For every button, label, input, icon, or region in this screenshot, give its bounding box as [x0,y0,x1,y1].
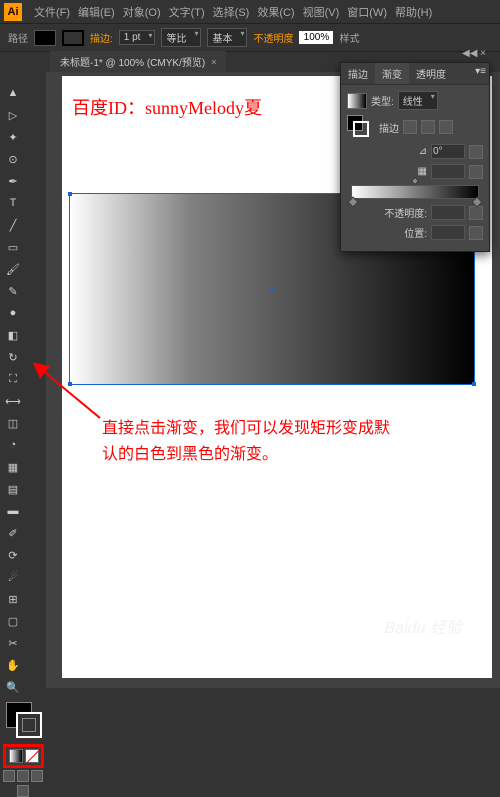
opacity-input[interactable]: 100% [299,31,333,44]
column-graph-tool[interactable]: ⊞ [3,589,23,609]
annotation-text: 直接点击渐变，我们可以发现矩形变成默 认的白色到黑色的渐变。 [102,416,390,467]
gradient-panel[interactable]: ◀◀ × 描边 渐变 透明度 ▾≡ 类型: 线性 描边 ⊿ ▦ [340,62,490,252]
symbol-sprayer-tool[interactable]: ☄ [3,567,23,587]
scale-tool[interactable]: ⛶ [3,369,23,389]
anchor-icon[interactable] [68,192,72,196]
mesh-tool[interactable]: ▤ [3,479,23,499]
basic-dropdown[interactable]: 基本 [207,28,247,47]
menu-edit[interactable]: 编辑(E) [74,4,119,20]
pen-tool[interactable]: ✒ [3,171,23,191]
panel-close-icon[interactable]: ◀◀ × [462,48,486,59]
menu-effect[interactable]: 效果(C) [253,4,298,20]
paintbrush-tool[interactable]: 🖌 [3,259,23,279]
menu-help[interactable]: 帮助(H) [391,4,436,20]
tab-gradient[interactable]: 渐变 [375,63,409,84]
slice-tool[interactable]: ✂ [3,633,23,653]
angle-dropdown-icon[interactable] [469,145,483,159]
menu-file[interactable]: 文件(F) [30,4,74,20]
location-label: 位置: [404,225,427,240]
artboard-tool[interactable]: ▢ [3,611,23,631]
anchor-icon[interactable] [472,382,476,386]
pencil-tool[interactable]: ✎ [3,281,23,301]
fill-stroke-indicator[interactable] [2,702,44,742]
uniform-dropdown[interactable]: 等比 [161,28,201,47]
stroke-swatch[interactable] [62,30,84,46]
tab-transparency[interactable]: 透明度 [409,63,453,84]
style-label: 样式 [339,30,359,45]
center-point-icon[interactable] [271,288,274,291]
stroke-width-dropdown[interactable]: 1 pt [119,30,156,45]
angle-label: ⊿ [419,146,427,157]
direct-selection-tool[interactable]: ▷ [3,105,23,125]
watermark-text: 百度ID：sunnyMelody夏 [72,94,262,120]
menu-type[interactable]: 文字(T) [165,4,209,20]
screen-mode[interactable] [17,785,29,797]
rectangle-tool[interactable]: ▭ [3,237,23,257]
path-label: 路径 [8,30,28,45]
panel-menu-icon[interactable]: ▾≡ [475,66,486,77]
none-icon [25,749,39,763]
gradient-slider[interactable] [351,185,479,199]
menu-object[interactable]: 对象(O) [119,4,165,20]
eraser-tool[interactable]: ◧ [3,325,23,345]
hand-tool[interactable]: ✋ [3,655,23,675]
type-tool[interactable]: T [3,193,23,213]
free-transform-tool[interactable]: ◫ [3,413,23,433]
draw-mode-inside[interactable] [31,770,43,782]
eyedropper-tool[interactable]: ✐ [3,523,23,543]
stroke-label: 描边: [90,30,113,45]
panel-fill-stroke-icon[interactable] [347,115,371,139]
stop-location-input [431,225,465,240]
shape-builder-tool[interactable]: ◔ [3,435,23,455]
zoom-tool[interactable]: 🔍 [3,677,23,697]
app-logo: Ai [4,3,22,21]
aspect-dropdown-icon[interactable] [469,165,483,179]
stop-opacity-input [431,205,465,220]
gradient-mode-button[interactable] [3,744,44,768]
document-tab-label: 未标题-1* @ 100% (CMYK/预览) [60,54,205,69]
menu-view[interactable]: 视图(V) [299,4,344,20]
tab-stroke[interactable]: 描边 [341,63,375,84]
blend-tool[interactable]: ⟳ [3,545,23,565]
opacity-label: 不透明度 [253,30,293,45]
stroke-label: 描边 [379,120,399,135]
close-icon[interactable]: × [211,57,216,67]
toolbox: ▲ ▷ ✦ ⊙ ✒ T ╱ ▭ 🖌 ✎ ● ◧ ↻ ⛶ ⟷ ◫ ◔ ▦ ▤ ▬ … [0,72,46,688]
angle-input[interactable] [431,144,465,159]
opacity-label: 不透明度: [384,205,427,220]
perspective-tool[interactable]: ▦ [3,457,23,477]
gradient-icon [9,749,23,763]
stroke-align-icon[interactable] [421,120,435,134]
gradient-type-dropdown[interactable]: 线性 [398,91,438,110]
location-dropdown-icon[interactable] [469,226,483,240]
rotate-tool[interactable]: ↻ [3,347,23,367]
control-bar: 路径 描边: 1 pt 等比 基本 不透明度 100% 样式 [0,24,500,52]
selection-tool[interactable]: ▲ [3,83,23,103]
title-bar: Ai 文件(F) 编辑(E) 对象(O) 文字(T) 选择(S) 效果(C) 视… [0,0,500,24]
width-tool[interactable]: ⟷ [3,391,23,411]
stroke-align-icon[interactable] [439,120,453,134]
document-tab[interactable]: 未标题-1* @ 100% (CMYK/预览) × [50,51,226,72]
draw-mode-behind[interactable] [17,770,29,782]
stroke-color-box[interactable] [16,712,42,738]
draw-mode-normal[interactable] [3,770,15,782]
lasso-tool[interactable]: ⊙ [3,149,23,169]
blob-brush-tool[interactable]: ● [3,303,23,323]
menu-select[interactable]: 选择(S) [209,4,254,20]
line-tool[interactable]: ╱ [3,215,23,235]
fill-swatch[interactable] [34,30,56,46]
menu-window[interactable]: 窗口(W) [343,4,391,20]
baidu-watermark: Baidu 经验 [385,614,462,638]
stroke-align-icon[interactable] [403,120,417,134]
gradient-preview-swatch[interactable] [347,93,367,109]
type-label: 类型: [371,93,394,108]
gradient-tool[interactable]: ▬ [3,501,23,521]
magic-wand-tool[interactable]: ✦ [3,127,23,147]
aspect-label: ▦ [418,166,427,177]
anchor-icon[interactable] [68,382,72,386]
aspect-input [431,164,465,179]
